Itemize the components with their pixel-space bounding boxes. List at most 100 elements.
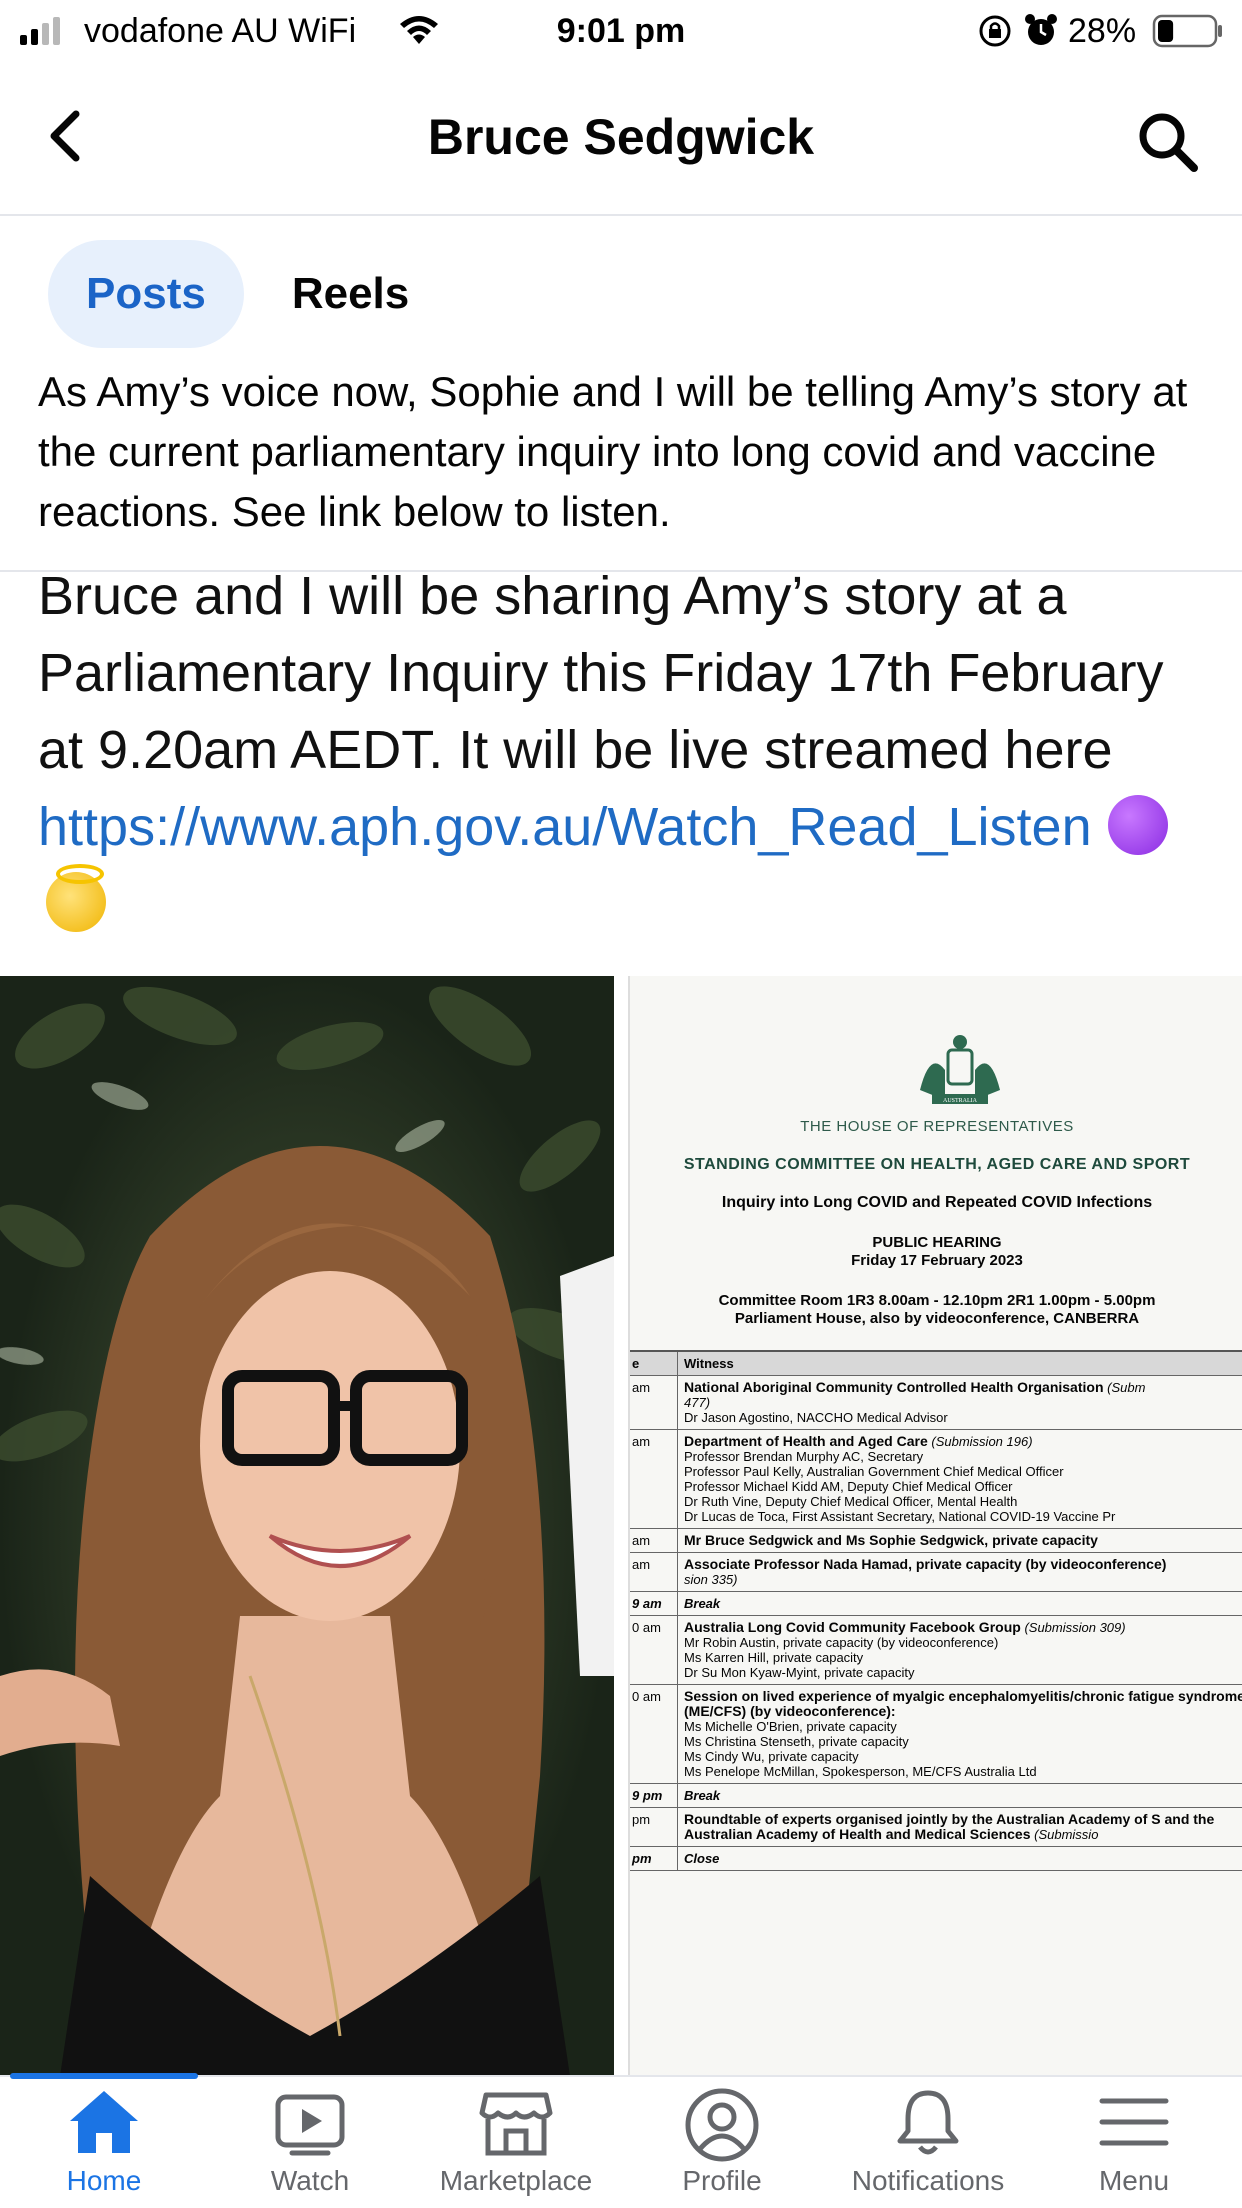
active-tab-indicator	[10, 2073, 198, 2079]
row-witness: Break	[678, 1784, 1242, 1807]
bell-icon	[897, 2090, 959, 2155]
nav-menu-label: Menu	[1098, 2165, 1170, 2196]
row-line: 477)	[684, 1395, 711, 1410]
row-title: Mr Bruce Sedgwick and Ms Sophie Sedgwick…	[684, 1532, 1098, 1548]
nav-home-label: Home	[66, 2165, 142, 2196]
nav-marketplace[interactable]: Marketplace	[416, 2087, 616, 2207]
doc-house: THE HOUSE OF REPRESENTATIVES	[800, 1118, 1074, 1135]
witness-table: e Witness am National Aboriginal Communit…	[630, 1350, 1242, 1871]
row-line: Ms Michelle O'Brien, private capacity	[684, 1719, 897, 1734]
table-row: am National Aboriginal Community Controll…	[630, 1376, 1242, 1430]
row-submission: (Subm	[1107, 1380, 1146, 1395]
image-quote: Bruce and I will be sharing Amy’s story …	[38, 572, 1164, 780]
row-witness: Department of Health and Aged Care (Subm…	[678, 1430, 1242, 1528]
tab-reels[interactable]: Reels	[272, 240, 429, 348]
table-header-row: e Witness	[630, 1352, 1242, 1376]
doc-inquiry: Inquiry into Long COVID and Repeated COV…	[721, 1194, 1153, 1211]
nav-watch-label: Watch	[270, 2165, 350, 2196]
table-row: 0 am Australia Long Covid Community Faceb…	[630, 1616, 1242, 1685]
doc-room: Committee Room 1R3 8.00am - 12.10pm 2R1 …	[718, 1292, 1156, 1309]
nav-marketplace-label: Marketplace	[439, 2165, 593, 2196]
row-witness: Australia Long Covid Community Facebook …	[678, 1616, 1242, 1684]
row-line: Ms Cindy Wu, private capacity	[684, 1749, 859, 1764]
row-witness: Close	[678, 1847, 1242, 1870]
row-title: Session on lived experience of myalgic e…	[684, 1688, 1242, 1719]
row-time: am	[630, 1376, 678, 1429]
coat-of-arms-icon: AUSTRALIA	[920, 1035, 1000, 1104]
table-row: pm Close	[630, 1847, 1242, 1871]
row-submission: (Submissio	[1034, 1827, 1099, 1842]
doc-hearing: PUBLIC HEARING	[872, 1234, 1002, 1251]
crest-label: AUSTRALIA	[943, 1098, 978, 1104]
page-title: Bruce Sedgwick	[427, 109, 815, 165]
table-header-time: e	[630, 1352, 678, 1375]
battery-percent: 28%	[1068, 12, 1137, 50]
angel-icon	[46, 864, 106, 932]
row-submission: (Submission 196)	[931, 1434, 1033, 1449]
tab-posts[interactable]: Posts	[48, 240, 244, 348]
table-row: 0 am Session on lived experience of myalg…	[630, 1685, 1242, 1784]
row-line: Professor Brendan Murphy AC, Secretary	[684, 1449, 924, 1464]
row-line: Mr Robin Austin, private capacity (by vi…	[684, 1635, 999, 1650]
portrait-photo[interactable]	[0, 976, 614, 2075]
row-time: pm	[630, 1808, 678, 1846]
purple-heart-icon	[1107, 795, 1168, 855]
table-row: am Associate Professor Nada Hamad, privat…	[630, 1553, 1242, 1592]
table-header-witness: Witness	[684, 1356, 734, 1371]
doc-date: Friday 17 February 2023	[851, 1252, 1023, 1269]
post-text: As Amy’s voice now, Sophie and I will be…	[38, 368, 1188, 535]
profile-tabs: Posts Reels	[48, 240, 429, 348]
row-line: Professor Paul Kelly, Australian Governm…	[684, 1464, 1064, 1479]
row-time: 0 am	[630, 1685, 678, 1783]
doc-committee: STANDING COMMITTEE ON HEALTH, AGED CARE …	[683, 1156, 1191, 1173]
row-time: 0 am	[630, 1616, 678, 1684]
row-line: sion 335)	[684, 1572, 738, 1587]
row-submission: (Submission 309)	[1024, 1620, 1126, 1635]
row-time: 9 pm	[630, 1784, 678, 1807]
row-title: Australia Long Covid Community Facebook …	[684, 1619, 1021, 1635]
marketplace-icon	[479, 2092, 553, 2156]
row-time: 9 am	[630, 1592, 678, 1615]
nav-menu[interactable]: Menu	[1034, 2087, 1234, 2207]
row-line: Dr Jason Agostino, NACCHO Medical Adviso…	[684, 1410, 948, 1425]
nav-notifications-label: Notifications	[851, 2165, 1005, 2196]
profile-icon	[685, 2088, 759, 2162]
nav-profile[interactable]: Profile	[622, 2087, 822, 2207]
row-title: Department of Health and Aged Care	[684, 1433, 928, 1449]
row-title: National Aboriginal Community Controlled…	[684, 1379, 1104, 1395]
row-line: Ms Penelope McMillan, Spokesperson, ME/C…	[684, 1764, 1037, 1779]
image-link[interactable]: https://www.aph.gov.au/Watch_Read_Listen	[38, 797, 1092, 857]
watch-icon	[275, 2094, 345, 2156]
nav-profile-label: Profile	[682, 2165, 762, 2196]
table-row: pm Roundtable of experts organised jointl…	[630, 1808, 1242, 1847]
nav-home[interactable]: Home	[4, 2087, 204, 2207]
row-witness: Roundtable of experts organised jointly …	[678, 1808, 1242, 1846]
table-row: 9 am Break	[630, 1592, 1242, 1616]
row-line: Dr Lucas de Toca, First Assistant Secret…	[684, 1509, 1116, 1524]
row-title: Close	[684, 1851, 720, 1866]
row-time: am	[630, 1430, 678, 1528]
row-time: pm	[630, 1847, 678, 1870]
alarm-icon	[1025, 14, 1057, 45]
row-witness: Session on lived experience of myalgic e…	[678, 1685, 1242, 1783]
row-title: Associate Professor Nada Hamad, private …	[684, 1556, 1167, 1572]
status-bar: vodafone AU WiFi 9:01 pm 28%	[0, 0, 1242, 62]
nav-watch[interactable]: Watch	[210, 2087, 410, 2207]
row-line: Ms Karren Hill, private capacity	[684, 1650, 864, 1665]
rotation-lock-icon	[979, 15, 1011, 47]
hearing-program-document[interactable]: AUSTRALIA THE HOUSE OF REPRESENTATIVES S…	[628, 976, 1242, 2075]
image-caption-text: Bruce and I will be sharing Amy’s story …	[38, 572, 1218, 943]
row-witness: Mr Bruce Sedgwick and Ms Sophie Sedgwick…	[678, 1529, 1242, 1552]
row-line: Dr Ruth Vine, Deputy Chief Medical Offic…	[684, 1494, 1018, 1509]
bottom-navigation: Home Watch Marketplace Profile Notificat…	[0, 2073, 1242, 2208]
row-title: Roundtable of experts organised jointly …	[684, 1811, 1215, 1842]
table-row: am Department of Health and Aged Care (Su…	[630, 1430, 1242, 1529]
row-line: Professor Michael Kidd AM, Deputy Chief …	[684, 1479, 1013, 1494]
row-title: Break	[684, 1596, 721, 1611]
search-icon[interactable]	[1136, 110, 1200, 174]
post-image[interactable]: Bruce and I will be sharing Amy’s story …	[0, 572, 1242, 2075]
nav-notifications[interactable]: Notifications	[828, 2087, 1028, 2207]
home-icon	[70, 2091, 138, 2153]
row-time: am	[630, 1529, 678, 1552]
row-time: am	[630, 1553, 678, 1591]
